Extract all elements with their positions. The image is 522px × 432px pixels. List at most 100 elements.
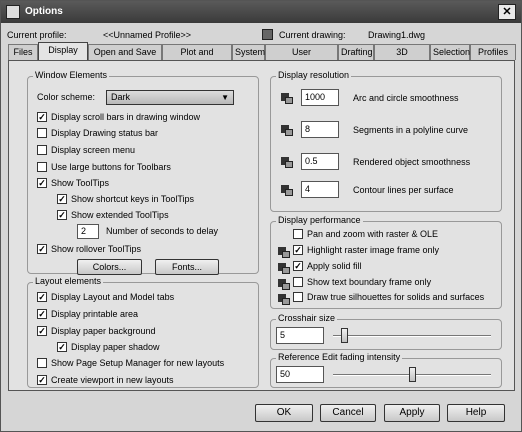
screen-menu-checkbox[interactable] xyxy=(37,145,47,155)
xref-fading-group: Reference Edit fading intensity 50 xyxy=(270,352,502,388)
tab-open-and-save[interactable]: Open and Save xyxy=(88,44,162,60)
contour-lines-input[interactable]: 4 xyxy=(301,181,339,198)
close-button[interactable]: ✕ xyxy=(498,4,516,20)
window-elements-legend: Window Elements xyxy=(33,70,110,80)
ok-button[interactable]: OK xyxy=(255,404,313,422)
arc-smoothness-label: Arc and circle smoothness xyxy=(353,93,459,103)
tab-plot-and-publish[interactable]: Plot and Publish xyxy=(162,44,232,72)
shortcut-keys-label: Show shortcut keys in ToolTips xyxy=(71,194,195,204)
current-profile-value: <<Unnamed Profile>> xyxy=(103,30,192,40)
tab-selection[interactable]: Selection xyxy=(430,44,470,60)
tab-3d-modeling[interactable]: 3D Modeling xyxy=(374,44,430,72)
apply-button[interactable]: Apply xyxy=(384,404,440,422)
xref-fading-input[interactable]: 50 xyxy=(276,366,324,383)
tab-user-preferences[interactable]: User Preferences xyxy=(265,44,338,72)
paper-shadow-label: Display paper shadow xyxy=(71,342,160,352)
display-resolution-legend: Display resolution xyxy=(276,70,352,80)
shortcut-keys-checkbox[interactable] xyxy=(57,194,67,204)
arc-smoothness-icon xyxy=(280,91,293,104)
options-dialog: Options ✕ Current profile: <<Unnamed Pro… xyxy=(0,0,522,432)
show-tooltips-label: Show ToolTips xyxy=(51,178,110,188)
solid-fill-label: Apply solid fill xyxy=(307,261,362,271)
tab-files[interactable]: Files xyxy=(8,44,38,60)
rendered-smoothness-input[interactable]: 0.5 xyxy=(301,153,339,170)
text-boundary-label: Show text boundary frame only xyxy=(307,277,432,287)
rendered-smoothness-label: Rendered object smoothness xyxy=(353,157,471,167)
rendered-smoothness-icon xyxy=(280,155,293,168)
raster-frame-icon xyxy=(277,245,290,258)
drawing-icon xyxy=(262,29,273,40)
window-title: Options xyxy=(25,6,63,17)
polyline-segments-icon xyxy=(280,123,293,136)
color-scheme-select[interactable]: Dark ▼ xyxy=(106,90,234,105)
drawing-status-bar-checkbox[interactable] xyxy=(37,128,47,138)
autocad-app-icon xyxy=(6,5,20,19)
layout-model-tabs-label: Display Layout and Model tabs xyxy=(51,292,175,302)
layout-model-tabs-checkbox[interactable] xyxy=(37,292,47,302)
large-buttons-checkbox[interactable] xyxy=(37,162,47,172)
colors-button[interactable]: Colors... xyxy=(77,259,142,275)
xref-fading-legend: Reference Edit fading intensity xyxy=(276,352,403,362)
create-viewport-checkbox[interactable] xyxy=(37,375,47,385)
layout-elements-legend: Layout elements xyxy=(33,276,104,286)
rollover-tooltips-label: Show rollover ToolTips xyxy=(51,244,142,254)
true-silhouettes-checkbox[interactable] xyxy=(293,292,303,302)
raster-frame-checkbox[interactable] xyxy=(293,245,303,255)
crosshair-size-slider-thumb[interactable] xyxy=(340,328,348,343)
fonts-button[interactable]: Fonts... xyxy=(155,259,219,275)
tab-system[interactable]: System xyxy=(232,44,265,60)
color-scheme-value: Dark xyxy=(111,92,131,102)
tab-display[interactable]: Display xyxy=(38,42,88,61)
delay-seconds-input[interactable]: 2 xyxy=(77,224,99,239)
contour-lines-icon xyxy=(280,183,293,196)
large-buttons-label: Use large buttons for Toolbars xyxy=(51,162,171,172)
screen-menu-label: Display screen menu xyxy=(51,145,136,155)
show-tooltips-checkbox[interactable] xyxy=(37,178,47,188)
chevron-down-icon: ▼ xyxy=(221,93,229,102)
help-button[interactable]: Help xyxy=(447,404,505,422)
display-performance-legend: Display performance xyxy=(276,215,363,225)
true-silhouettes-icon xyxy=(277,292,290,305)
crosshair-size-group: Crosshair size 5 xyxy=(270,313,502,350)
printable-area-checkbox[interactable] xyxy=(37,309,47,319)
cancel-button[interactable]: Cancel xyxy=(320,404,376,422)
crosshair-size-input[interactable]: 5 xyxy=(276,327,324,344)
text-boundary-checkbox[interactable] xyxy=(293,277,303,287)
printable-area-label: Display printable area xyxy=(51,309,139,319)
scroll-bars-label: Display scroll bars in drawing window xyxy=(51,112,201,122)
contour-lines-label: Contour lines per surface xyxy=(353,185,454,195)
page-setup-manager-checkbox[interactable] xyxy=(37,358,47,368)
drawing-status-bar-label: Display Drawing status bar xyxy=(51,128,159,138)
solid-fill-icon xyxy=(277,261,290,274)
text-boundary-icon xyxy=(277,277,290,290)
tab-profiles[interactable]: Profiles xyxy=(470,44,516,60)
tab-drafting[interactable]: Drafting xyxy=(338,44,374,60)
layout-elements-group: Layout elements Display Layout and Model… xyxy=(27,276,259,388)
title-bar[interactable]: Options ✕ xyxy=(1,1,521,23)
current-drawing-value: Drawing1.dwg xyxy=(368,30,426,40)
polyline-segments-input[interactable]: 8 xyxy=(301,121,339,138)
arc-smoothness-input[interactable]: 1000 xyxy=(301,89,339,106)
current-profile-label: Current profile: xyxy=(7,30,67,40)
polyline-segments-label: Segments in a polyline curve xyxy=(353,125,469,135)
delay-seconds-label: Number of seconds to delay xyxy=(106,226,219,236)
create-viewport-label: Create viewport in new layouts xyxy=(51,375,174,385)
xref-fading-slider-thumb[interactable] xyxy=(408,367,416,382)
current-drawing-label: Current drawing: xyxy=(279,30,346,40)
paper-background-checkbox[interactable] xyxy=(37,326,47,336)
pan-zoom-raster-checkbox[interactable] xyxy=(293,229,303,239)
window-elements-group: Window Elements Color scheme: Dark ▼ Dis… xyxy=(27,70,259,275)
true-silhouettes-label: Draw true silhouettes for solids and sur… xyxy=(307,292,485,302)
pan-zoom-raster-label: Pan and zoom with raster & OLE xyxy=(307,229,439,239)
rollover-tooltips-checkbox[interactable] xyxy=(37,244,47,254)
paper-shadow-checkbox[interactable] xyxy=(57,342,67,352)
crosshair-size-slider-track[interactable] xyxy=(333,335,491,337)
display-tab-panel: Window Elements Color scheme: Dark ▼ Dis… xyxy=(8,60,515,391)
scroll-bars-checkbox[interactable] xyxy=(37,112,47,122)
raster-frame-label: Highlight raster image frame only xyxy=(307,245,440,255)
extended-tooltips-label: Show extended ToolTips xyxy=(71,210,169,220)
page-setup-manager-label: Show Page Setup Manager for new layouts xyxy=(51,358,225,368)
extended-tooltips-checkbox[interactable] xyxy=(57,210,67,220)
solid-fill-checkbox[interactable] xyxy=(293,261,303,271)
display-performance-group: Display performance Pan and zoom with ra… xyxy=(270,215,502,309)
